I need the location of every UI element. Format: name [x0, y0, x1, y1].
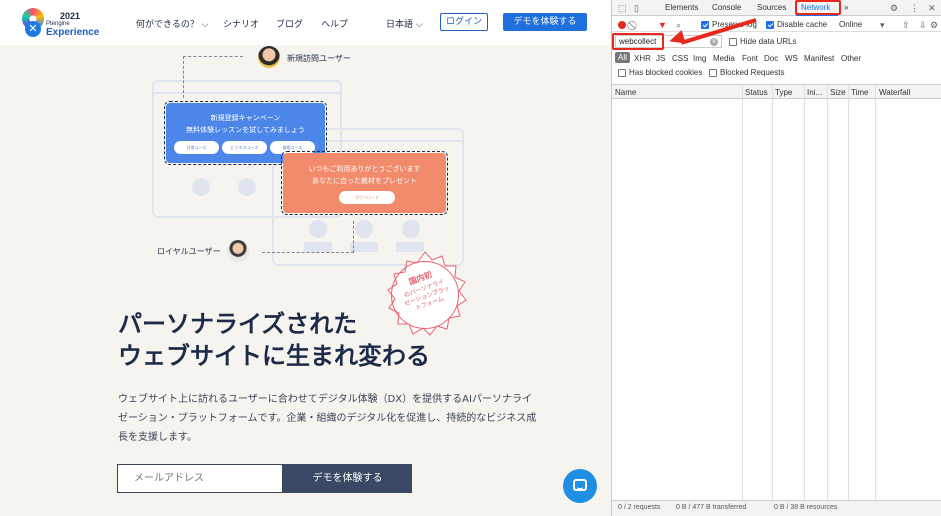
network-toolbar: ⃠ ▼ ⌕ Preserve log Disable cache Online …	[612, 18, 941, 32]
network-status-bar: 0 / 2 requests 0 B / 477 B transferred 0…	[612, 500, 941, 516]
email-input[interactable]	[117, 464, 283, 493]
nav-help[interactable]: ヘルプ	[321, 17, 348, 30]
language-select[interactable]: 日本語 ⌵	[386, 17, 423, 30]
chat-bubble-icon	[573, 479, 587, 491]
chat-launcher-button[interactable]	[563, 469, 597, 503]
device-toolbar-icon[interactable]: ▯	[634, 3, 639, 13]
more-options-icon[interactable]: ⋮	[910, 3, 919, 13]
hero-description: ウェブサイト上に訪れるユーザーに合わせてデジタル体験（DX）を提供するAIパーソ…	[118, 394, 537, 443]
requests-count: 0 / 2 requests	[618, 504, 661, 511]
campaign-title: 新規登録キャンペーン	[210, 114, 281, 122]
login-button[interactable]: ログイン	[440, 13, 488, 31]
export-har-icon[interactable]: ⇩	[919, 20, 927, 30]
type-filter-all[interactable]: All	[615, 52, 630, 63]
header-demo-button[interactable]: デモを体験する	[503, 13, 587, 31]
tab-console[interactable]: Console	[712, 3, 741, 12]
tab-sources[interactable]: Sources	[757, 3, 786, 12]
type-filter-ws[interactable]: WS	[785, 54, 798, 63]
column-type[interactable]: Type	[775, 88, 792, 97]
column-waterfall[interactable]: Waterfall	[879, 88, 910, 97]
clear-filter-icon[interactable]: ✕	[710, 38, 718, 46]
column-initiator[interactable]: Ini...	[807, 88, 822, 97]
hide-data-urls-checkbox[interactable]	[729, 38, 737, 46]
filter-highlight	[612, 33, 664, 50]
search-icon[interactable]: ⌕	[676, 20, 681, 30]
chevron-down-icon: ⌵	[415, 20, 423, 30]
more-tabs-button[interactable]: »	[844, 3, 848, 12]
hero-headline: パーソナライズされた ウェブサイトに生まれ変わる	[118, 310, 430, 370]
has-blocked-cookies-checkbox[interactable]	[618, 69, 626, 77]
request-table-header: Name Status Type Ini... Size Time Waterf…	[612, 84, 941, 99]
loyal-user-avatar	[227, 240, 249, 262]
site-header: ✕ 2021 Ptengine Experience 何ができるの？ ⌵ シナリ…	[0, 0, 611, 45]
blocked-requests-checkbox[interactable]	[709, 69, 717, 77]
network-tab-highlight	[795, 0, 841, 15]
transferred-size: 0 B / 477 B transferred	[676, 504, 747, 511]
loyal-user-offer-card: いつもご利用ありがとうございます あなたに合った教材をプレゼント ダウンロード	[281, 151, 448, 215]
disable-cache-checkbox[interactable]	[766, 21, 774, 29]
website-viewport: ✕ 2021 Ptengine Experience 何ができるの？ ⌵ シナリ…	[0, 0, 611, 516]
type-filter-font[interactable]: Font	[742, 54, 758, 63]
type-filter-img[interactable]: Img	[693, 54, 706, 63]
download-pill: ダウンロード	[339, 191, 395, 204]
nav-scenario[interactable]: シナリオ	[223, 17, 259, 30]
nav-what-can-it-do[interactable]: 何ができるの？ ⌵	[136, 17, 209, 30]
disable-cache-label: Disable cache	[777, 20, 828, 29]
column-name[interactable]: Name	[615, 88, 636, 97]
filter-icon[interactable]: ▼	[658, 20, 667, 30]
type-filter-manifest[interactable]: Manifest	[804, 54, 834, 63]
type-filter-other[interactable]: Other	[841, 54, 861, 63]
network-settings-gear-icon[interactable]: ⚙	[930, 20, 938, 30]
logo-x-icon: ✕	[25, 21, 41, 37]
throttle-select[interactable]: Online	[839, 20, 862, 29]
course-pill: ビジネスコース	[222, 141, 267, 154]
tab-elements[interactable]: Elements	[665, 3, 698, 12]
resources-size: 0 B / 38 B resources	[774, 504, 838, 511]
type-filter-doc[interactable]: Doc	[764, 54, 778, 63]
site-logo[interactable]: ✕ 2021 Ptengine Experience	[22, 8, 102, 40]
offer-subtitle: あなたに合った教材をプレゼント	[312, 177, 417, 185]
import-har-icon[interactable]: ⇧	[902, 20, 910, 30]
connector-line-new-user	[183, 56, 243, 98]
column-status[interactable]: Status	[745, 88, 768, 97]
offer-title: いつもご利用ありがとうございます	[308, 165, 421, 173]
has-blocked-cookies-label: Has blocked cookies	[629, 68, 703, 77]
request-list-empty	[612, 100, 941, 500]
settings-gear-icon[interactable]: ⚙	[890, 3, 898, 13]
logo-year: 2021	[60, 11, 81, 21]
chevron-down-icon: ⌵	[201, 20, 209, 30]
preserve-log-checkbox[interactable]	[701, 21, 709, 29]
blocked-requests-label: Blocked Requests	[720, 68, 785, 77]
column-time[interactable]: Time	[851, 88, 868, 97]
close-devtools-icon[interactable]: ✕	[928, 3, 936, 13]
column-size[interactable]: Size	[830, 88, 846, 97]
type-filter-js[interactable]: JS	[656, 54, 665, 63]
type-filter-xhr[interactable]: XHR	[634, 54, 651, 63]
type-filter-media[interactable]: Media	[713, 54, 735, 63]
connector-line-loyal-user	[262, 221, 354, 253]
devtools-tab-bar: ⬚ ▯ Elements Console Sources Network » ⚙…	[612, 0, 941, 16]
hero-demo-button[interactable]: デモを体験する	[283, 464, 412, 493]
new-user-avatar	[258, 46, 280, 68]
nav-blog[interactable]: ブログ	[276, 17, 303, 30]
logo-brand-big: Experience	[46, 27, 100, 38]
hide-data-urls-label: Hide data URLs	[740, 37, 797, 46]
inspect-element-icon[interactable]: ⬚	[618, 3, 627, 13]
record-icon[interactable]	[618, 21, 626, 29]
chevron-down-icon: ▾	[880, 20, 885, 30]
new-user-label: 新規訪問ユーザー	[287, 54, 351, 63]
course-pill: 日常コース	[174, 141, 219, 154]
devtools-panel: ⬚ ▯ Elements Console Sources Network » ⚙…	[611, 0, 941, 516]
campaign-subtitle: 無料体験レッスンを試してみましょう	[186, 126, 305, 134]
loyal-user-label: ロイヤルユーザー	[157, 247, 221, 256]
type-filter-css[interactable]: CSS	[672, 54, 688, 63]
